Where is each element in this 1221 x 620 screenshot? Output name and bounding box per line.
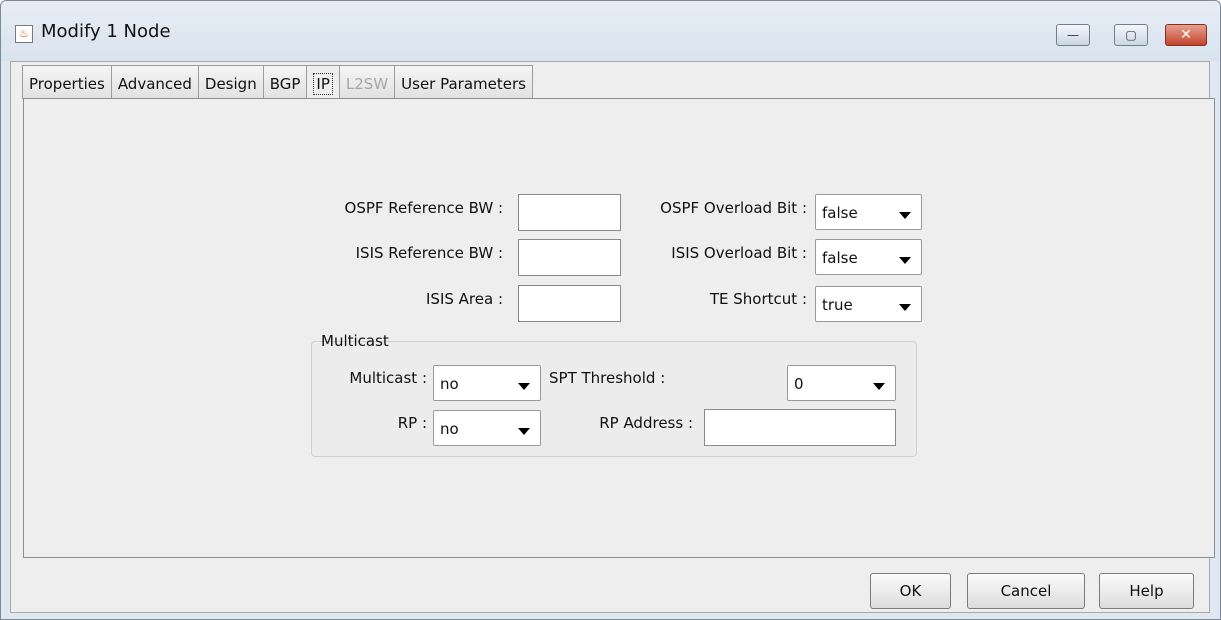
- spt-threshold-select[interactable]: 0: [787, 365, 896, 401]
- tab-strip: Properties Advanced Design BGP IP L2SW U…: [22, 65, 533, 101]
- te-shortcut-value: true: [822, 296, 853, 314]
- chevron-down-icon: [873, 383, 885, 390]
- multicast-value: no: [440, 375, 459, 393]
- spt-threshold-value: 0: [794, 375, 804, 393]
- rp-address-label: RP Address :: [599, 414, 693, 432]
- ok-button[interactable]: OK: [870, 573, 951, 609]
- isis-overload-bit-select[interactable]: false: [815, 239, 922, 275]
- ip-tab-panel: [23, 98, 1215, 558]
- dialog-body: Properties Advanced Design BGP IP L2SW U…: [10, 61, 1215, 613]
- isis-area-label: ISIS Area :: [426, 290, 503, 308]
- te-shortcut-label: TE Shortcut :: [709, 290, 807, 308]
- close-button[interactable]: ✕: [1165, 24, 1207, 46]
- chevron-down-icon: [518, 428, 530, 435]
- tab-user-parameters[interactable]: User Parameters: [394, 65, 533, 99]
- maximize-button[interactable]: ▢: [1114, 24, 1148, 46]
- isis-reference-bw-input[interactable]: [518, 239, 621, 276]
- tab-ip-label: IP: [313, 73, 333, 95]
- rp-label: RP :: [397, 414, 427, 432]
- ospf-reference-bw-input[interactable]: [518, 194, 621, 231]
- rp-select[interactable]: no: [433, 410, 541, 446]
- isis-area-input[interactable]: [518, 285, 621, 322]
- isis-overload-bit-value: false: [822, 249, 858, 267]
- tab-advanced[interactable]: Advanced: [110, 65, 199, 99]
- chevron-down-icon: [899, 212, 911, 219]
- rp-address-input[interactable]: [704, 409, 896, 446]
- te-shortcut-select[interactable]: true: [815, 286, 922, 322]
- tab-bgp[interactable]: BGP: [262, 65, 308, 99]
- ospf-overload-bit-select[interactable]: false: [815, 194, 922, 230]
- minimize-button[interactable]: —: [1056, 24, 1090, 46]
- chevron-down-icon: [899, 257, 911, 264]
- rp-value: no: [440, 420, 459, 438]
- multicast-select[interactable]: no: [433, 365, 541, 401]
- dialog-window: ♨ Modify 1 Node — ▢ ✕ Properties Advance…: [0, 0, 1221, 620]
- ospf-overload-bit-label: OSPF Overload Bit :: [660, 199, 807, 217]
- multicast-label: Multicast :: [349, 369, 427, 387]
- tab-design[interactable]: Design: [197, 65, 264, 99]
- tab-ip[interactable]: IP: [306, 65, 340, 101]
- tab-l2sw: L2SW: [338, 65, 396, 99]
- chevron-down-icon: [518, 383, 530, 390]
- isis-reference-bw-label: ISIS Reference BW :: [355, 244, 503, 262]
- chevron-down-icon: [899, 304, 911, 311]
- multicast-group-title: Multicast: [321, 332, 389, 350]
- isis-overload-bit-label: ISIS Overload Bit :: [671, 244, 807, 262]
- java-app-icon: ♨: [15, 25, 33, 43]
- spt-threshold-label: SPT Threshold :: [549, 369, 666, 387]
- ospf-overload-bit-value: false: [822, 204, 858, 222]
- cancel-button[interactable]: Cancel: [967, 573, 1085, 609]
- help-button[interactable]: Help: [1099, 573, 1194, 609]
- ospf-reference-bw-label: OSPF Reference BW :: [344, 199, 503, 217]
- window-title: Modify 1 Node: [41, 21, 171, 42]
- title-bar[interactable]: ♨ Modify 1 Node — ▢ ✕: [1, 1, 1220, 61]
- tab-properties[interactable]: Properties: [22, 65, 112, 99]
